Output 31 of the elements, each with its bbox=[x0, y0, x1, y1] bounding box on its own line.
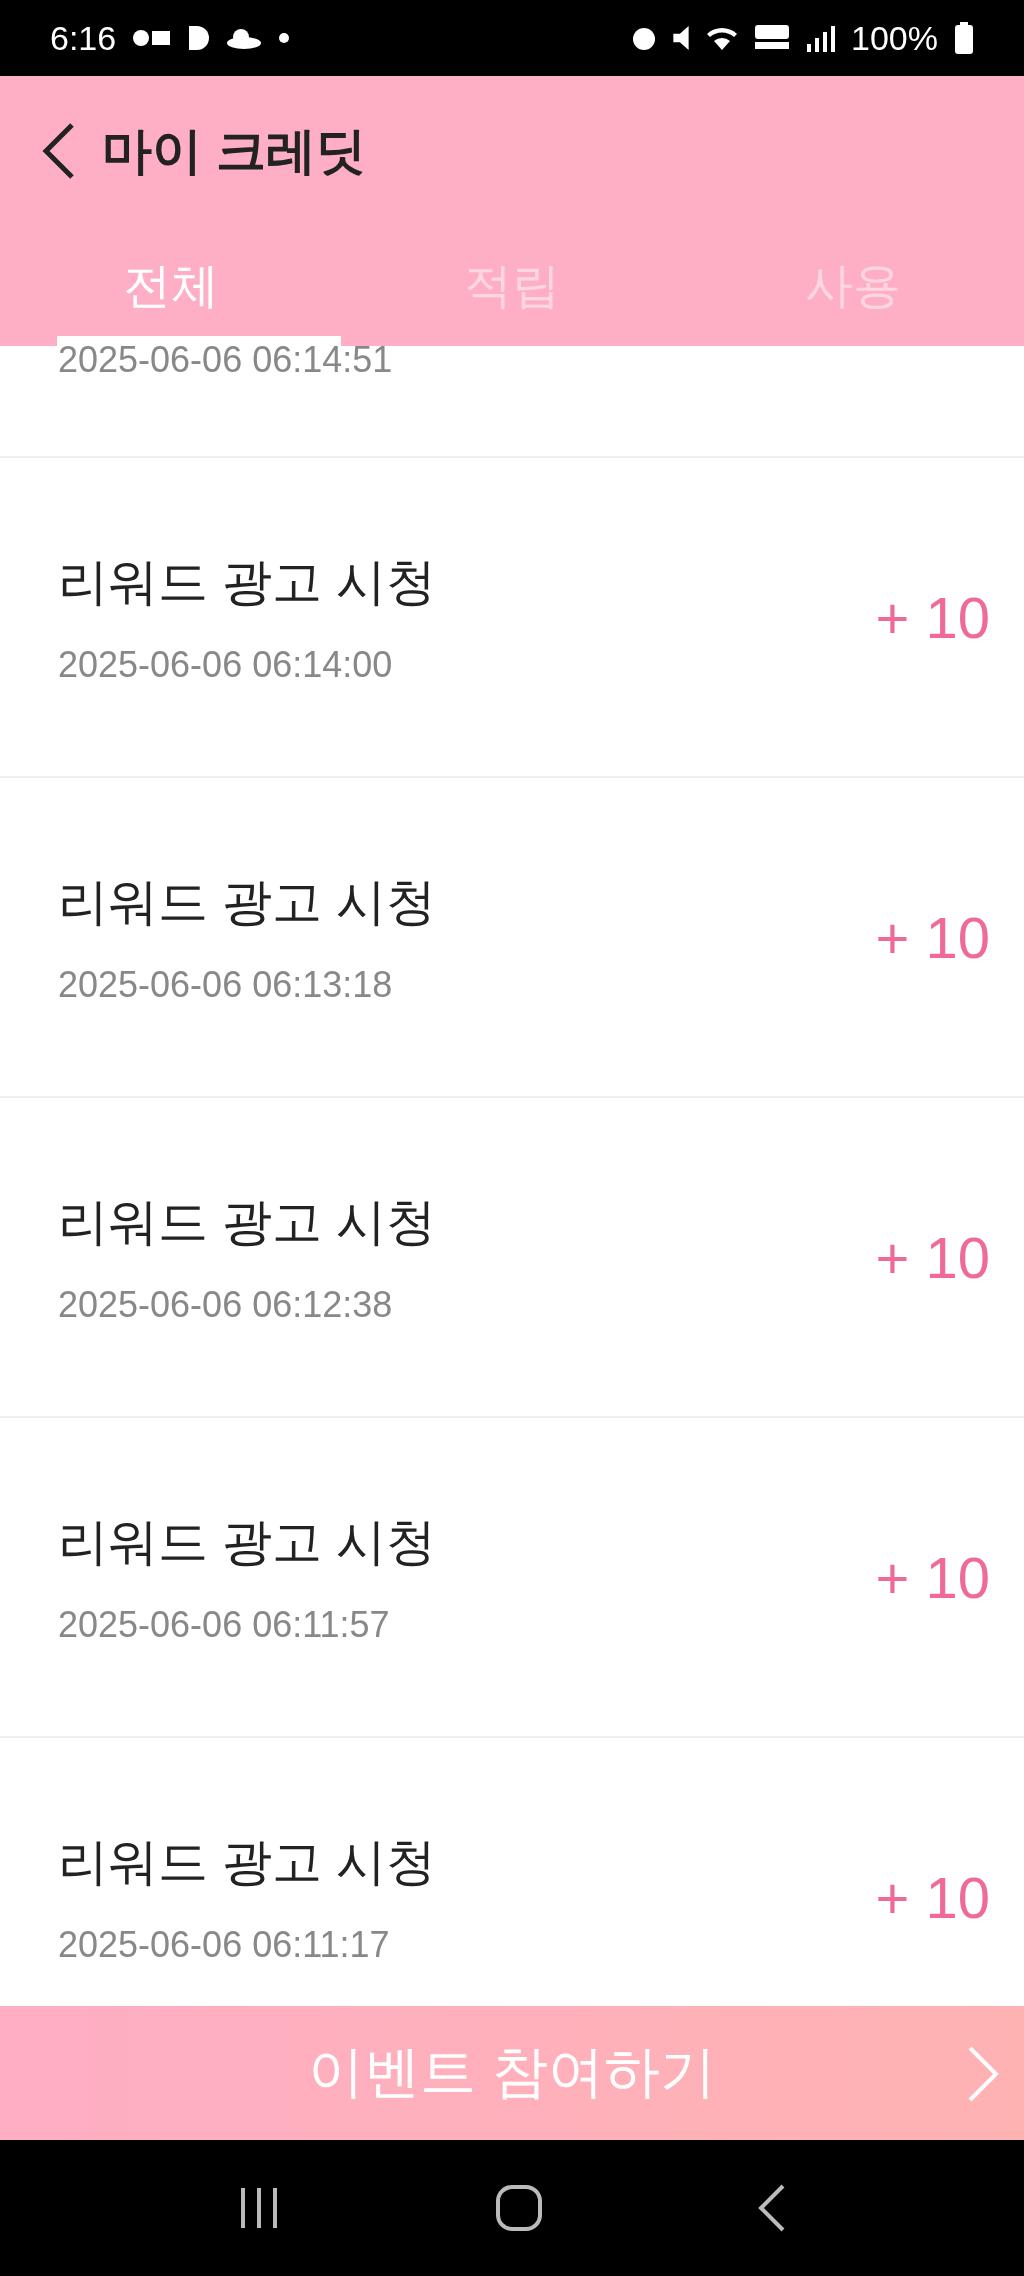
credit-amount: + 10 bbox=[875, 583, 990, 651]
cloud-icon bbox=[226, 27, 263, 49]
battery-icon bbox=[954, 22, 974, 54]
history-date: 2025-06-06 06:14:51 bbox=[58, 346, 394, 381]
history-date: 2025-06-06 06:11:57 bbox=[58, 1603, 391, 1646]
dot-icon bbox=[278, 32, 291, 44]
history-title: 리워드 광고 시청 bbox=[58, 1832, 437, 1892]
credit-amount: + 10 bbox=[875, 1223, 990, 1291]
d-logo-icon bbox=[188, 25, 211, 51]
history-title: 리워드 광고 시청 bbox=[58, 1512, 437, 1572]
history-date: 2025-06-06 06:11:17 bbox=[58, 1923, 391, 1966]
event-button[interactable]: 이벤트 참여하기 bbox=[0, 2006, 1024, 2140]
history-date: 2025-06-06 06:13:18 bbox=[58, 963, 394, 1006]
hd-voice-icon bbox=[755, 25, 790, 51]
chevron-right-icon bbox=[966, 2046, 1000, 2102]
signal-icon bbox=[805, 24, 836, 52]
battery-percent: 100% bbox=[851, 18, 938, 58]
tab[interactable]: 전체 bbox=[0, 226, 342, 346]
credit-amount: + 10 bbox=[875, 903, 990, 971]
history-date: 2025-06-06 06:12:38 bbox=[58, 1283, 394, 1326]
credit-amount: + 10 bbox=[875, 1543, 990, 1611]
history-date: 2025-06-06 06:14:00 bbox=[58, 643, 394, 686]
page-title: 마이 크레딧 bbox=[102, 121, 366, 181]
history-title: 리워드 광고 시청 bbox=[58, 552, 437, 612]
status-time: 6:16 bbox=[50, 18, 117, 58]
mute-icon bbox=[673, 26, 690, 50]
home-icon[interactable] bbox=[495, 2184, 543, 2232]
history-title: 리워드 광고 시청 bbox=[58, 1192, 437, 1252]
back-icon[interactable] bbox=[757, 2184, 787, 2232]
history-title: 리워드 광고 시청 bbox=[58, 872, 437, 932]
credit-amount: + 10 bbox=[875, 1863, 990, 1931]
